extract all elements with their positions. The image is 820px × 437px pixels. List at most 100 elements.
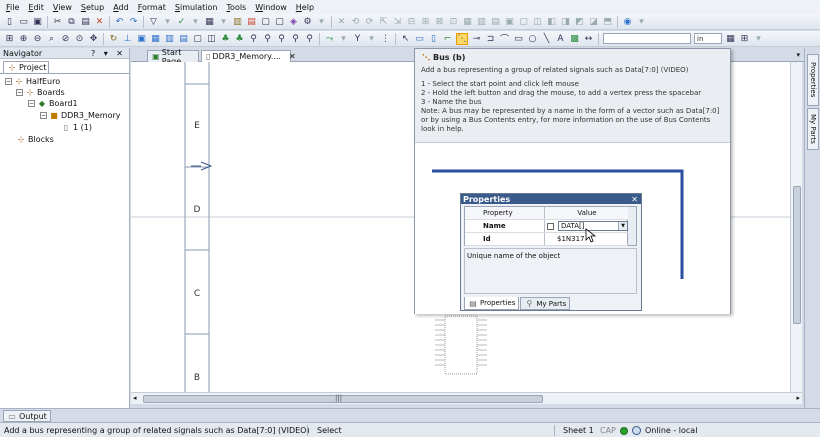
text-icon[interactable]: A	[555, 33, 566, 44]
property-grid-scrollbar[interactable]	[628, 206, 637, 246]
vertical-scrollbar[interactable]	[790, 62, 802, 392]
sheet-icon[interactable]: ▣	[136, 33, 147, 44]
image-icon[interactable]: ▩	[569, 33, 580, 44]
horizontal-scroll-thumb[interactable]	[143, 395, 543, 403]
menu-format[interactable]: Format	[138, 3, 166, 12]
collapse-icon[interactable]: −	[16, 89, 23, 96]
copy-icon[interactable]: ⧉	[66, 16, 77, 27]
component-icon[interactable]: ⚙	[302, 16, 313, 27]
port-tool-icon[interactable]: ▯	[428, 33, 439, 44]
menu-help[interactable]: Help	[296, 3, 314, 12]
dropdown-arrow-icon[interactable]: ▾	[218, 16, 229, 27]
horizontal-scrollbar[interactable]: ◂ ||| ▸	[131, 392, 802, 404]
layout-icon[interactable]: ⚲	[262, 33, 273, 44]
tree-icon[interactable]: ♣	[220, 33, 231, 44]
tree-item-blocks[interactable]: ⊹ Blocks	[16, 134, 54, 145]
rectangle-icon[interactable]: ▭	[513, 33, 524, 44]
tree-item-board1[interactable]: − ◆ Board1	[28, 98, 78, 109]
frame-icon[interactable]: ▢	[260, 16, 271, 27]
sheet-icon[interactable]: ▦	[150, 33, 161, 44]
library-icon[interactable]: ▥	[232, 16, 243, 27]
collapse-icon[interactable]: −	[5, 78, 12, 85]
more-icon[interactable]: ⋮	[380, 33, 391, 44]
bus-tool-icon[interactable]: ⋱	[456, 32, 468, 45]
frame-icon[interactable]: ▢	[274, 16, 285, 27]
open-file-icon[interactable]: ▭	[18, 16, 29, 27]
circle-icon[interactable]: ○	[527, 33, 538, 44]
menu-view[interactable]: View	[53, 3, 72, 12]
dock-tab-my-parts[interactable]: My Parts	[807, 108, 819, 150]
dropdown-arrow-icon[interactable]: ▾	[162, 16, 173, 27]
collapse-icon[interactable]: −	[28, 100, 35, 107]
unit-combo[interactable]: in	[694, 33, 722, 44]
layout-icon[interactable]: ⚲	[304, 33, 315, 44]
sheet-icon[interactable]: ◫	[206, 33, 217, 44]
close-icon[interactable]: ✕	[631, 195, 638, 204]
zoom-out-icon[interactable]: ⊖	[32, 33, 43, 44]
line-icon[interactable]: ╲	[541, 33, 552, 44]
menu-setup[interactable]: Setup	[81, 3, 104, 12]
report-icon[interactable]: ▤	[246, 16, 257, 27]
scroll-left-icon[interactable]: ◂	[133, 394, 137, 402]
dropdown-arrow-icon[interactable]: ▾	[753, 33, 764, 44]
check-icon[interactable]: ✓	[176, 16, 187, 27]
tab-start-page[interactable]: ▣ Start Page	[147, 48, 199, 66]
close-icon[interactable]: ✕	[289, 52, 296, 61]
tree-item-boards[interactable]: − ⊹ Boards	[16, 87, 65, 98]
paste-icon[interactable]: ▤	[80, 16, 91, 27]
cut-icon[interactable]: ✂	[52, 16, 63, 27]
tab-my-parts[interactable]: ⚲ My Parts	[520, 297, 571, 310]
sheet-icon[interactable]: ▢	[192, 33, 203, 44]
zoom-selection-icon[interactable]: ⊙	[74, 33, 85, 44]
lock-checkbox[interactable]	[547, 222, 554, 230]
filter-icon[interactable]: Y	[352, 33, 363, 44]
menu-tools[interactable]: Tools	[227, 3, 247, 12]
save-icon[interactable]: ▣	[32, 16, 43, 27]
tab-project[interactable]: ⊹ Project	[3, 61, 49, 73]
route-icon[interactable]: ⤳	[324, 33, 335, 44]
vertical-scroll-thumb[interactable]	[793, 186, 801, 324]
tab-properties[interactable]: ▤ Properties	[464, 297, 520, 310]
property-row-id[interactable]: Id $1N317	[465, 233, 629, 246]
menu-simulation[interactable]: Simulation	[175, 3, 218, 12]
dropdown-arrow-icon[interactable]: ▾	[338, 33, 349, 44]
zoom-in-icon[interactable]: ⊕	[18, 33, 29, 44]
layout-icon[interactable]: ⚲	[290, 33, 301, 44]
property-row-name[interactable]: Name DATA[] ▼	[465, 220, 629, 233]
dropdown-arrow-icon[interactable]: ▾	[636, 16, 647, 27]
scroll-right-icon[interactable]: ▸	[796, 394, 800, 402]
chevron-down-icon[interactable]: ▼	[618, 222, 627, 230]
collapse-icon[interactable]: −	[40, 112, 47, 119]
filter-icon[interactable]: ▽	[148, 16, 159, 27]
tree-icon[interactable]: ♣	[234, 33, 245, 44]
dropdown-arrow-icon[interactable]: ▾	[190, 16, 201, 27]
tree-item-sheet[interactable]: ▯ 1 (1)	[61, 122, 92, 133]
menu-window[interactable]: Window	[255, 3, 287, 12]
delete-icon[interactable]: ✕	[94, 16, 105, 27]
undo-icon[interactable]: ↶	[114, 16, 125, 27]
junction-icon[interactable]: ⊸	[471, 33, 482, 44]
tree-item-design[interactable]: − ■ DDR3_Memory	[40, 110, 121, 121]
wire-tool-icon[interactable]: ⌐	[442, 33, 453, 44]
property-icon[interactable]: ◈	[288, 16, 299, 27]
dropdown-arrow-icon[interactable]: ▾	[316, 16, 327, 27]
menu-add[interactable]: Add	[113, 3, 129, 12]
arc-icon[interactable]: ⌒	[499, 33, 510, 45]
connector-icon[interactable]: ⊐	[485, 33, 496, 44]
sheet-icon[interactable]: ▥	[164, 33, 175, 44]
tab-list-dropdown-icon[interactable]: ▾	[796, 51, 800, 59]
grid-settings-icon[interactable]: ▦	[725, 33, 736, 44]
zoom-combo[interactable]	[603, 33, 691, 44]
grid-icon[interactable]: ▦	[204, 16, 215, 27]
dock-tab-properties[interactable]: Properties	[807, 54, 819, 106]
component-tool-icon[interactable]: ▭	[414, 33, 425, 44]
web-update-icon[interactable]: ◉	[622, 16, 633, 27]
redraw-icon[interactable]: ↻	[108, 33, 119, 44]
menu-edit[interactable]: Edit	[28, 3, 44, 12]
pin-icon[interactable]: ⊥	[122, 33, 133, 44]
tab-output[interactable]: ▭ Output	[3, 410, 51, 422]
tab-ddr3-memory[interactable]: ▯ DDR3_Memory.... ✕	[201, 50, 296, 62]
tree-item-root[interactable]: − ⊹ HalfEuro	[5, 76, 60, 87]
new-file-icon[interactable]: ▯	[4, 16, 15, 27]
dimension-icon[interactable]: ↔	[583, 33, 594, 44]
